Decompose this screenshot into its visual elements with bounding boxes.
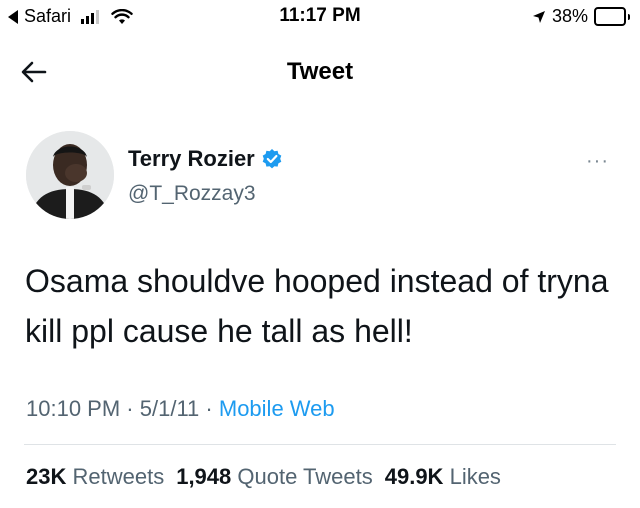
tweet-stats: 23K Retweets 1,948 Quote Tweets 49.9K Li… <box>26 464 501 490</box>
author-row: Terry Rozier <box>128 146 283 172</box>
author-handle[interactable]: @T_Rozzay3 <box>128 182 256 206</box>
retweets-label: Retweets <box>72 464 165 489</box>
battery-icon <box>594 7 626 26</box>
status-bar-right: 38% <box>532 6 630 27</box>
likes-count: 49.9K <box>384 464 444 489</box>
more-options-icon[interactable]: ··· <box>586 150 609 173</box>
avatar-image <box>26 131 114 219</box>
tweet-date[interactable]: 5/1/11 <box>140 396 200 421</box>
author-name[interactable]: Terry Rozier <box>128 146 255 172</box>
tweet-time[interactable]: 10:10 PM <box>26 396 120 421</box>
tweet-text: Osama shouldve hooped instead of tryna k… <box>25 263 609 349</box>
quote-tweets-label: Quote Tweets <box>237 464 373 489</box>
divider <box>24 444 616 445</box>
likes-label: Likes <box>449 464 501 489</box>
meta-separator: · <box>205 396 213 421</box>
tweet-source-link[interactable]: Mobile Web <box>219 396 335 421</box>
retweets-count: 23K <box>26 464 67 489</box>
likes-stat[interactable]: 49.9K Likes <box>385 464 501 490</box>
page-title: Tweet <box>286 58 354 85</box>
avatar[interactable] <box>26 131 114 219</box>
meta-separator: · <box>126 396 134 421</box>
location-arrow-icon <box>532 10 545 23</box>
verified-badge-icon <box>262 149 282 169</box>
quote-tweets-stat[interactable]: 1,948 Quote Tweets <box>176 464 373 490</box>
tweet-meta: 10:10 PM · 5/1/11 · Mobile Web <box>26 396 335 422</box>
battery-percent: 38% <box>551 6 588 26</box>
battery-nub <box>628 13 630 20</box>
retweets-stat[interactable]: 23K Retweets <box>26 464 164 490</box>
quote-tweets-count: 1,948 <box>176 464 232 489</box>
